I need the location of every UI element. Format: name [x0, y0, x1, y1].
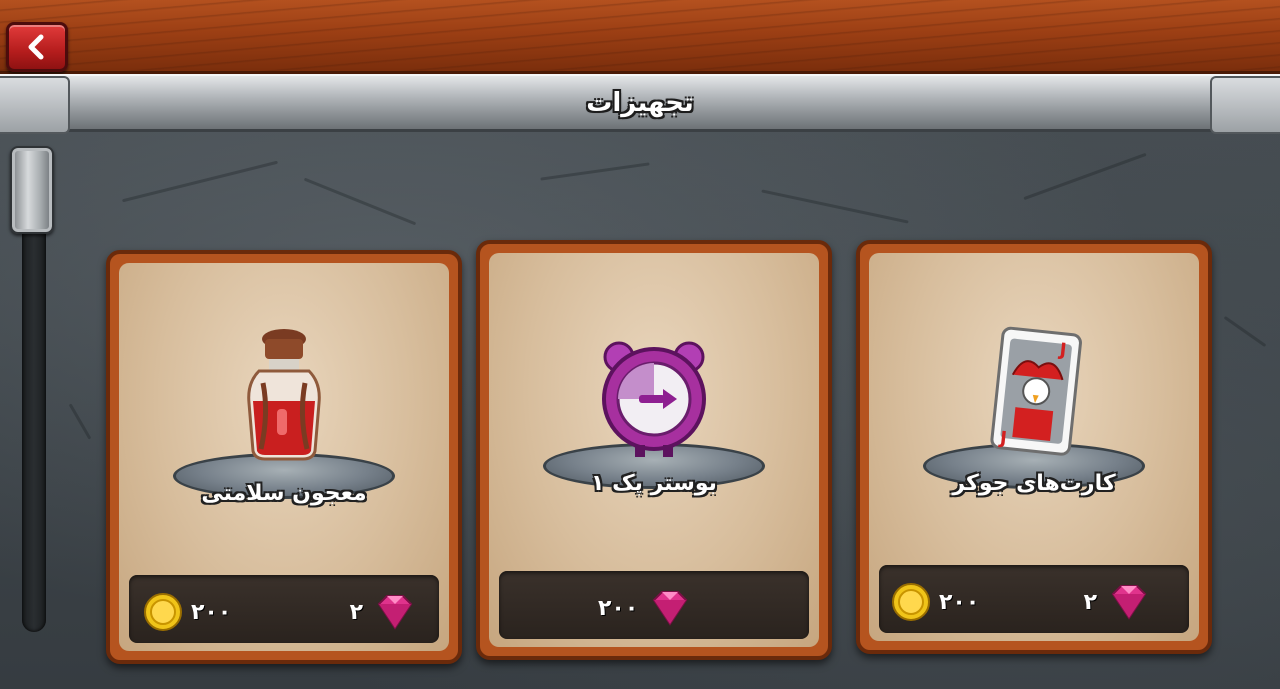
price-panel: ۲۰۰ [499, 571, 809, 639]
card-background: بوستر پک ۱ ۲۰۰ [489, 253, 819, 647]
price-panel: ۲ ۲۰۰ [129, 575, 439, 643]
booster-clock-icon [602, 341, 706, 457]
shop-card-joker-cards[interactable]: J J کارت‌های جوکر ۲ ۲۰۰ [856, 240, 1212, 654]
price-value: ۲۰۰ [191, 599, 232, 625]
top-wood-bar [0, 0, 1280, 74]
price-value: ۲ [1083, 589, 1097, 615]
item-name: بوستر پک ۱ [591, 471, 717, 496]
joker-card-icon: J J [990, 326, 1082, 456]
chevron-left-icon [28, 34, 44, 60]
gem-icon [377, 595, 413, 630]
price-coin[interactable]: ۲۰۰ [143, 592, 231, 632]
title-bar-cap-right [1210, 76, 1280, 134]
price-value: ۲۰۰ [939, 589, 980, 615]
price-panel: ۲ ۲۰۰ [879, 565, 1189, 633]
shop-card-booster-pack[interactable]: بوستر پک ۱ ۲۰۰ [476, 240, 832, 660]
price-gem[interactable]: ۲۰۰ [598, 588, 694, 628]
title-bar-cap-left [0, 76, 70, 134]
shop-card-health-potion[interactable]: معجون سلامتی ۲ ۲۰۰ [106, 250, 462, 664]
health-potion-icon [247, 329, 321, 461]
gem-icon [653, 591, 688, 626]
item-name: معجون سلامتی [201, 481, 367, 506]
item-name: کارت‌های جوکر [952, 471, 1116, 496]
scrollbar-thumb[interactable] [10, 146, 54, 234]
card-background: معجون سلامتی ۲ ۲۰۰ [119, 263, 449, 651]
price-value: ۲۰۰ [598, 595, 639, 621]
price-gem[interactable]: ۲ [1084, 582, 1153, 622]
card-background: J J کارت‌های جوکر ۲ ۲۰۰ [869, 253, 1199, 641]
coin-icon [144, 593, 182, 631]
page-title: تجهیزات [586, 87, 694, 118]
price-value: ۲ [349, 599, 363, 625]
price-gem[interactable]: ۲ [350, 592, 419, 632]
gem-icon [1111, 585, 1147, 620]
coin-icon [892, 583, 930, 621]
back-button[interactable] [6, 22, 68, 72]
title-bar: تجهیزات [0, 74, 1280, 134]
price-coin[interactable]: ۲۰۰ [891, 582, 979, 622]
